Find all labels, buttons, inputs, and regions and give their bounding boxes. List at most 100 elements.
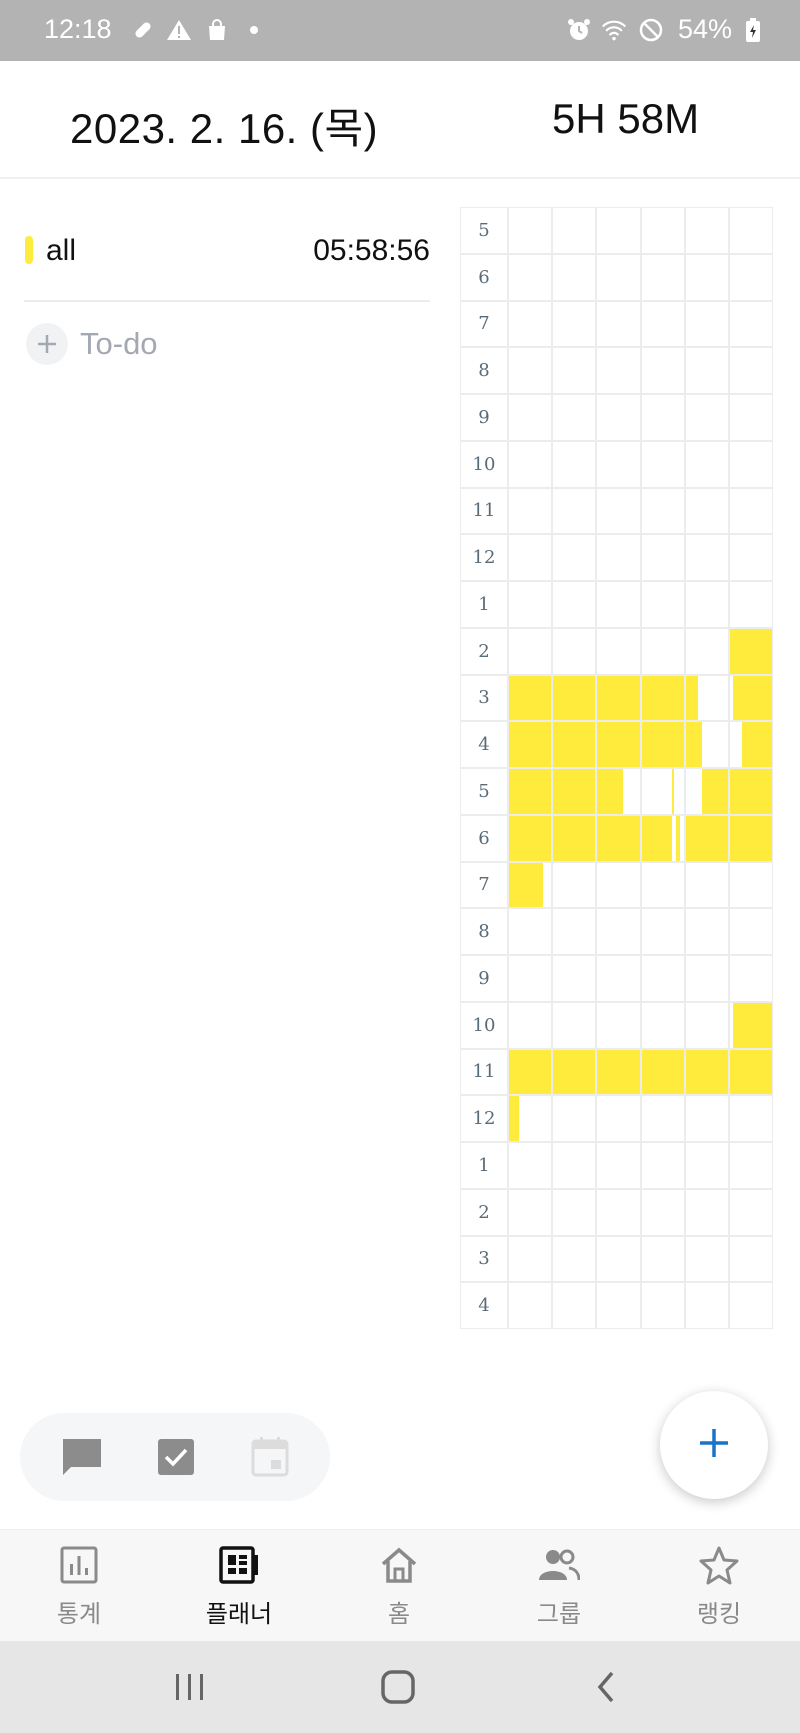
timetable-cell[interactable]	[640, 768, 685, 815]
timetable-cell[interactable]	[596, 534, 641, 581]
timetable-cell[interactable]	[508, 627, 553, 675]
timetable-cell[interactable]	[729, 581, 774, 628]
timetable-cell[interactable]	[596, 721, 641, 768]
timetable-cell[interactable]	[552, 581, 597, 628]
timetable-cell[interactable]	[729, 908, 774, 955]
timetable[interactable]: 5 6 7 8 9 10 11 12 1 2 3 4 5 6 7 8 9 10 11 12 1 2 3 4	[460, 207, 777, 1329]
timetable-cell[interactable]	[552, 487, 597, 535]
recent-apps-icon[interactable]	[166, 1663, 214, 1711]
timetable-cell[interactable]	[596, 674, 641, 722]
timetable-cell[interactable]	[729, 1095, 774, 1142]
timetable-cell[interactable]	[552, 1001, 597, 1049]
timetable-cell[interactable]	[508, 581, 553, 628]
timetable-cell[interactable]	[596, 861, 641, 909]
timetable-cell[interactable]	[552, 1048, 597, 1096]
timetable-cell[interactable]	[552, 627, 597, 675]
timetable-cell[interactable]	[640, 1235, 685, 1283]
timetable-cell[interactable]	[640, 1095, 685, 1142]
timetable-cell[interactable]	[729, 534, 774, 581]
timetable-cell[interactable]	[684, 534, 729, 581]
timetable-cell[interactable]	[596, 1282, 641, 1329]
timetable-cell[interactable]	[684, 487, 729, 535]
timetable-cell[interactable]	[552, 768, 597, 815]
timetable-cell[interactable]	[508, 487, 553, 535]
timetable-cell[interactable]	[508, 861, 553, 909]
timetable-cell[interactable]	[729, 861, 774, 909]
timetable-cell[interactable]	[729, 1048, 774, 1096]
timetable-cell[interactable]	[684, 394, 729, 441]
timetable-cell[interactable]	[596, 394, 641, 441]
timetable-cell[interactable]	[684, 908, 729, 955]
timetable-cell[interactable]	[508, 768, 553, 815]
timetable-cell[interactable]	[640, 300, 685, 348]
back-icon[interactable]	[582, 1663, 630, 1711]
timetable-cell[interactable]	[596, 581, 641, 628]
timetable-cell[interactable]	[684, 440, 729, 488]
timetable-cell[interactable]	[729, 627, 774, 675]
timetable-cell[interactable]	[640, 1142, 685, 1189]
timetable-cell[interactable]	[729, 1001, 774, 1049]
date-title[interactable]: 2023. 2. 16. (목)	[70, 95, 378, 156]
timetable-cell[interactable]	[684, 674, 729, 722]
timetable-cell[interactable]	[729, 1142, 774, 1189]
timetable-cell[interactable]	[552, 814, 597, 862]
timetable-cell[interactable]	[640, 1282, 685, 1329]
timetable-cell[interactable]	[640, 674, 685, 722]
subject-item[interactable]: all 05:58:56	[24, 222, 430, 302]
timetable-cell[interactable]	[596, 768, 641, 815]
timetable-cell[interactable]	[640, 534, 685, 581]
timetable-cell[interactable]	[684, 347, 729, 394]
timetable-cell[interactable]	[508, 1095, 553, 1142]
timetable-cell[interactable]	[684, 768, 729, 815]
timetable-cell[interactable]	[640, 253, 685, 301]
timetable-cell[interactable]	[729, 487, 774, 535]
timetable-cell[interactable]	[596, 253, 641, 301]
timetable-cell[interactable]	[596, 814, 641, 862]
nav-ranking[interactable]: 랭킹	[659, 1540, 779, 1630]
timetable-cell[interactable]	[552, 300, 597, 348]
timetable-cell[interactable]	[508, 347, 553, 394]
timetable-cell[interactable]	[596, 1001, 641, 1049]
timetable-cell[interactable]	[729, 955, 774, 1002]
checkbox-icon[interactable]	[154, 1435, 198, 1479]
timetable-cell[interactable]	[552, 908, 597, 955]
timetable-cell[interactable]	[640, 1001, 685, 1049]
timetable-cell[interactable]	[684, 627, 729, 675]
timetable-cell[interactable]	[596, 440, 641, 488]
timetable-cell[interactable]	[729, 253, 774, 301]
timetable-cell[interactable]	[508, 955, 553, 1002]
timetable-cell[interactable]	[729, 721, 774, 768]
timetable-cell[interactable]	[596, 955, 641, 1002]
timetable-cell[interactable]	[640, 627, 685, 675]
timetable-cell[interactable]	[508, 674, 553, 722]
timetable-cell[interactable]	[640, 861, 685, 909]
timetable-cell[interactable]	[508, 814, 553, 862]
timetable-cell[interactable]	[508, 1188, 553, 1236]
timetable-cell[interactable]	[596, 1048, 641, 1096]
timetable-cell[interactable]	[684, 955, 729, 1002]
timetable-cell[interactable]	[684, 1001, 729, 1049]
timetable-cell[interactable]	[508, 1282, 553, 1329]
timetable-cell[interactable]	[640, 1188, 685, 1236]
timetable-cell[interactable]	[729, 1235, 774, 1283]
timetable-cell[interactable]	[596, 207, 641, 254]
timetable-cell[interactable]	[729, 814, 774, 862]
timetable-cell[interactable]	[596, 300, 641, 348]
timetable-cell[interactable]	[684, 581, 729, 628]
timetable-cell[interactable]	[596, 1095, 641, 1142]
timetable-cell[interactable]	[729, 1188, 774, 1236]
timetable-cell[interactable]	[684, 861, 729, 909]
timetable-cell[interactable]	[508, 1235, 553, 1283]
timetable-cell[interactable]	[729, 440, 774, 488]
timetable-cell[interactable]	[684, 1282, 729, 1329]
timetable-cell[interactable]	[596, 1142, 641, 1189]
timetable-cell[interactable]	[684, 1095, 729, 1142]
timetable-cell[interactable]	[552, 394, 597, 441]
timetable-cell[interactable]	[684, 207, 729, 254]
nav-home[interactable]: 홈	[339, 1540, 459, 1630]
timetable-cell[interactable]	[552, 534, 597, 581]
timetable-cell[interactable]	[508, 394, 553, 441]
timetable-cell[interactable]	[729, 347, 774, 394]
timetable-cell[interactable]	[640, 581, 685, 628]
timetable-cell[interactable]	[508, 1001, 553, 1049]
